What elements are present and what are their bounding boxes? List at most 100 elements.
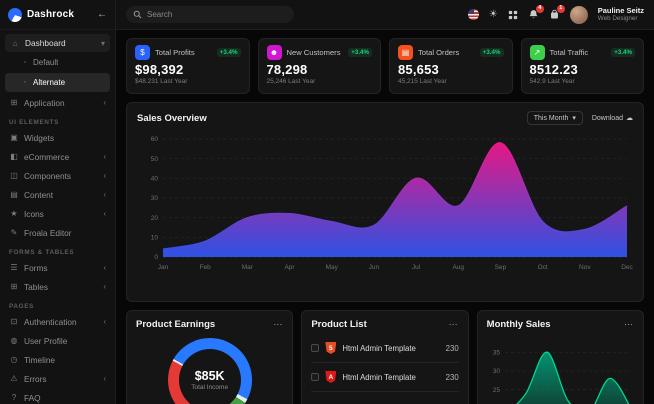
card-menu-button[interactable]: ⋯ <box>449 319 459 330</box>
sidebar-collapse-icon[interactable]: ← <box>97 9 107 20</box>
apps-icon: ⊞ <box>10 98 18 107</box>
sidebar-item-widgets[interactable]: ▣ Widgets <box>0 128 115 147</box>
earnings-donut-wrap: $85K Total Income <box>136 338 283 404</box>
bullet-icon: ◦ <box>23 79 27 86</box>
orders-box-icon: ▤ <box>398 45 413 60</box>
sidebar-item-dashboard[interactable]: ⌂ Dashboard ▾ <box>5 34 110 52</box>
sidebar-heading-ui-elements: UI ELEMENTS <box>9 119 60 126</box>
forms-icon: ☰ <box>10 263 18 272</box>
svg-text:50: 50 <box>151 156 159 163</box>
user-meta: Pauline Seitz Web Designer <box>598 6 644 23</box>
ecommerce-bag-icon: ◧ <box>10 152 18 161</box>
traffic-trend-icon: ↗ <box>529 45 545 60</box>
row-checkbox[interactable] <box>311 373 320 381</box>
product-list-title: Product List <box>311 319 367 330</box>
cart-icon[interactable]: 1 <box>549 5 565 20</box>
widgets-icon: ▣ <box>10 133 18 142</box>
sidebar-item-tables[interactable]: ⊞ Tables ‹ <box>0 277 115 296</box>
warning-icon: ⚠ <box>10 374 18 383</box>
main-content: $ Total Profits +3.4% $98,392 $48.231 La… <box>116 30 654 404</box>
card-menu-button[interactable]: ⋯ <box>273 319 283 330</box>
stat-value: 85,653 <box>398 62 439 77</box>
period-label: This Month <box>533 114 569 122</box>
theme-sun-icon[interactable]: ☀ <box>489 9 498 20</box>
stat-subtext: 45,215 Last Year <box>398 78 447 85</box>
apps-grid-glyph <box>508 10 517 19</box>
sidebar-item-ecommerce[interactable]: ◧ eCommerce ‹ <box>0 147 115 166</box>
user-role: Web Designer <box>597 15 638 23</box>
html5-icon: 5 <box>325 342 337 354</box>
sidebar-item-default[interactable]: ◦ Default <box>0 53 115 72</box>
product-earnings-title: Product Earnings <box>136 319 216 330</box>
chevron-down-icon: ▾ <box>100 38 105 48</box>
sidebar-item-faq[interactable]: ? FAQ <box>0 388 115 404</box>
chevron-left-icon: ‹ <box>103 171 106 180</box>
pencil-icon: ✎ <box>10 228 18 237</box>
search-input[interactable] <box>147 10 287 19</box>
components-icon: ◫ <box>10 171 18 180</box>
earnings-donut-chart: $85K Total Income <box>167 338 252 404</box>
users-icon: ☻ <box>266 45 282 60</box>
monthly-sales-title: Monthly Sales <box>486 319 551 330</box>
sidebar-item-application[interactable]: ⊞ Application ‹ <box>0 93 115 112</box>
chevron-down-icon: ▾ <box>572 115 576 122</box>
sidebar-heading-pages: PAGES <box>9 303 35 310</box>
card-menu-button[interactable]: ⋯ <box>624 319 634 330</box>
svg-text:20: 20 <box>151 215 159 222</box>
sidebar: Dashrock ← ⌂ Dashboard ▾ ◦ Default ◦ Alt… <box>0 0 116 404</box>
avatar[interactable] <box>569 5 588 24</box>
svg-text:Jul: Jul <box>412 264 421 271</box>
clock-icon: ◷ <box>10 355 18 364</box>
product-count: 230 <box>445 343 459 353</box>
product-list-rows: 5 Html Admin Template 230 A Html Admin T… <box>311 334 459 392</box>
svg-text:0: 0 <box>154 254 158 261</box>
app-logo <box>8 7 22 22</box>
sidebar-item-components[interactable]: ◫ Components ‹ <box>0 166 115 185</box>
svg-text:Feb: Feb <box>200 264 212 271</box>
donut-total-value: $85K <box>194 369 225 383</box>
bullet-icon: ◦ <box>23 59 27 66</box>
dollar-icon: $ <box>135 45 150 60</box>
sidebar-item-alternate[interactable]: ◦ Alternate <box>5 73 110 92</box>
product-name[interactable]: Html Admin Template <box>342 373 416 382</box>
sidebar-item-timeline[interactable]: ◷ Timeline <box>0 350 115 369</box>
home-icon: ⌂ <box>12 38 18 48</box>
sidebar-item-authentication[interactable]: ⊡ Authentication ‹ <box>0 312 115 331</box>
svg-text:Apr: Apr <box>284 264 295 271</box>
period-select-button[interactable]: This Month ▾ <box>526 111 583 125</box>
donut-center: $85K Total Income <box>168 338 252 404</box>
download-button[interactable]: Download ☁ <box>591 114 633 123</box>
sidebar-item-user-profile[interactable]: ◍ User Profile <box>0 331 115 350</box>
chevron-left-icon: ‹ <box>103 317 106 326</box>
topbar: ☀ 4 1 Pauline Seitz Web Designer <box>116 0 654 30</box>
chevron-left-icon: ‹ <box>103 98 106 107</box>
search-icon <box>133 10 142 19</box>
product-name[interactable]: Html Admin Template <box>342 344 416 353</box>
row-checkbox[interactable] <box>311 344 320 352</box>
svg-text:Mar: Mar <box>242 264 254 271</box>
svg-text:Aug: Aug <box>452 264 464 271</box>
svg-text:10: 10 <box>151 235 159 242</box>
apps-grid-icon[interactable] <box>508 10 518 20</box>
topbar-actions: ☀ 4 1 Pauline Seitz Web Designer <box>467 5 644 24</box>
sidebar-item-errors[interactable]: ⚠ Errors ‹ <box>0 369 115 388</box>
sidebar-item-content[interactable]: ▤ Content ‹ <box>0 185 115 204</box>
svg-text:Oct: Oct <box>538 264 548 271</box>
sidebar-logo-row: Dashrock ← <box>0 0 115 30</box>
notifications-bell-icon[interactable]: 4 <box>528 5 544 20</box>
stat-title: Total Orders <box>418 48 460 57</box>
sidebar-item-froala-editor[interactable]: ✎ Froala Editor <box>0 223 115 242</box>
sidebar-item-forms[interactable]: ☰ Forms ‹ <box>0 258 115 277</box>
stat-value: $98,392 <box>135 62 184 77</box>
sidebar-nav: ⌂ Dashboard ▾ ◦ Default ◦ Alternate ⊞ Ap… <box>0 30 115 404</box>
chevron-left-icon: ‹ <box>103 374 106 383</box>
language-flag-icon[interactable] <box>467 9 479 20</box>
change-badge: +3.4% <box>611 48 635 57</box>
app-title: Dashrock <box>27 9 75 20</box>
svg-text:Jun: Jun <box>369 264 380 271</box>
table-icon: ⊞ <box>10 282 18 291</box>
sidebar-item-icons[interactable]: ★ Icons ‹ <box>0 204 115 223</box>
download-label: Download <box>591 114 623 122</box>
stat-subtext: 25,246 Last Year <box>266 78 316 85</box>
stat-card-total-profits: $ Total Profits +3.4% $98,392 $48.231 La… <box>126 38 250 94</box>
